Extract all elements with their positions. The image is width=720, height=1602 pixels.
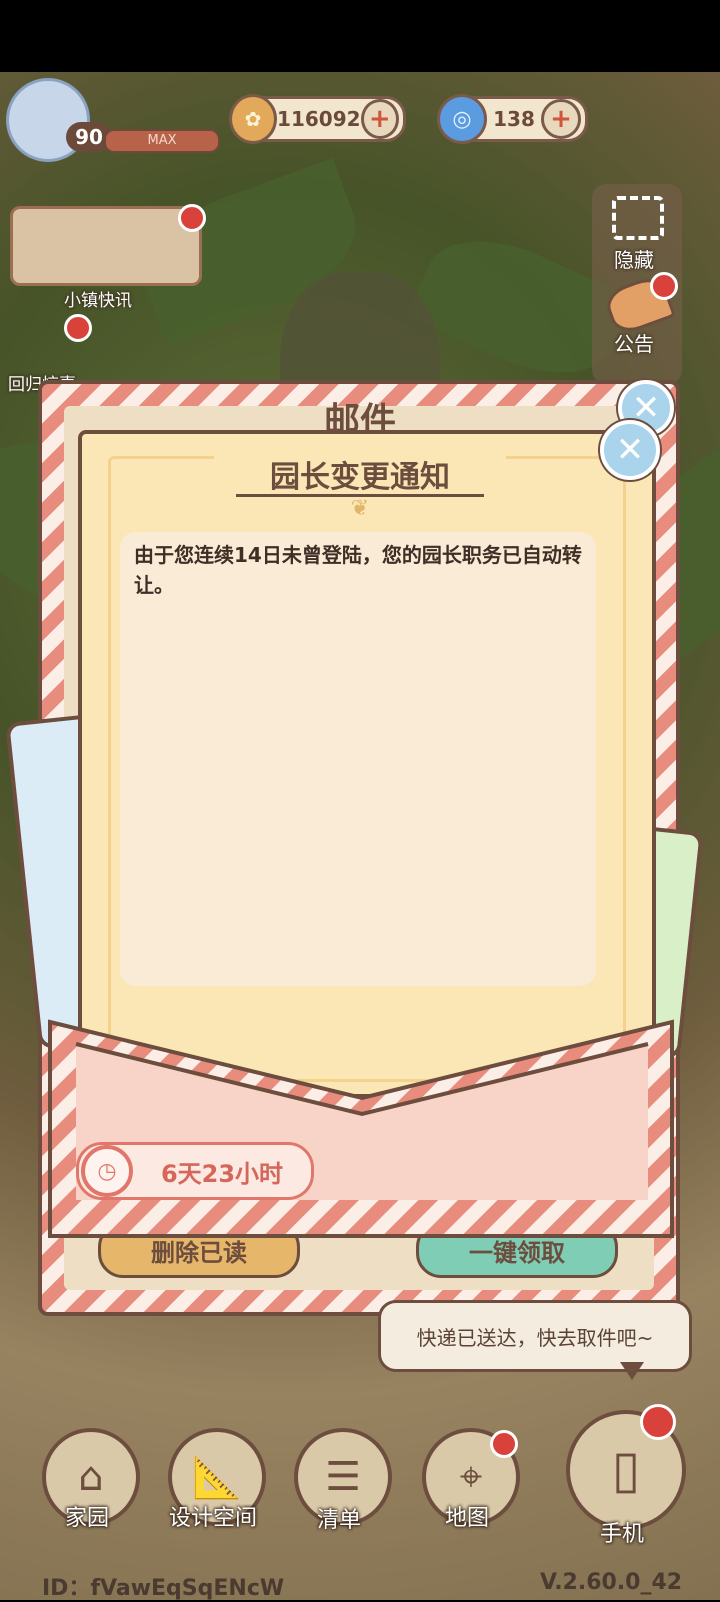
clock-icon: ◷ xyxy=(81,1145,133,1197)
envelope-front xyxy=(48,1019,674,1238)
version-label: V.2.60.0_42 xyxy=(540,1570,683,1595)
close-icon: ✕ xyxy=(615,430,645,470)
map-pin-icon: ⌖ xyxy=(459,1454,483,1500)
bubble-tail xyxy=(620,1362,644,1380)
player-id: ID：fVawEqSqENcW xyxy=(42,1576,285,1601)
ornament-icon: ❦ xyxy=(350,496,370,521)
coin-amount: 116092 xyxy=(277,107,361,131)
ruler-icon: 📐 xyxy=(192,1454,242,1501)
nav-list-label: 清单 xyxy=(316,1508,361,1533)
nav-home-label: 家园 xyxy=(64,1506,109,1531)
expiry-text: 6天23小时 xyxy=(160,1159,284,1188)
close-letter-button[interactable]: ✕ xyxy=(600,420,660,480)
news-notification-dot xyxy=(178,204,206,232)
expiry-timer: ◷ 6天23小时 xyxy=(76,1142,314,1200)
notice-notification-dot xyxy=(650,272,678,300)
letter-body-text: 由于您连续14日未曾登陆，您的园长职务已自动转让。 xyxy=(134,543,582,597)
swirl-gem-icon: ◎ xyxy=(437,94,487,144)
nav-phone-label: 手机 xyxy=(599,1522,644,1547)
letter-title: 园长变更通知 xyxy=(270,460,450,495)
letter-body-box xyxy=(120,532,596,986)
level-progress-bar: MAX xyxy=(104,129,220,153)
phone-notification-dot xyxy=(640,1404,676,1440)
home-icon: ⌂ xyxy=(78,1454,104,1500)
nav-design-label: 设计空间 xyxy=(168,1506,257,1531)
notice-label: 公告 xyxy=(614,332,654,356)
return-notification-dot xyxy=(64,314,92,342)
hide-ui-label: 隐藏 xyxy=(614,248,654,272)
add-gems-button[interactable]: + xyxy=(541,99,581,139)
coin-counter: ✿ 116092 + xyxy=(229,94,406,144)
gem-counter: ◎ 138 + xyxy=(437,94,588,144)
delivery-speech-bubble: 快递已送达，快去取件吧~ xyxy=(378,1300,692,1372)
map-notification-dot xyxy=(490,1430,518,1458)
gem-amount: 138 xyxy=(493,107,535,131)
add-coins-button[interactable]: + xyxy=(360,99,399,139)
coin-icon: ✿ xyxy=(229,94,278,144)
hide-ui-icon[interactable] xyxy=(612,196,664,240)
town-news-label: 小镇快讯 xyxy=(64,291,132,311)
phone-icon: ▯ xyxy=(611,1440,641,1500)
list-icon: ☰ xyxy=(325,1454,361,1500)
town-news-button[interactable] xyxy=(10,206,202,286)
nav-map-label: 地图 xyxy=(444,1506,489,1531)
